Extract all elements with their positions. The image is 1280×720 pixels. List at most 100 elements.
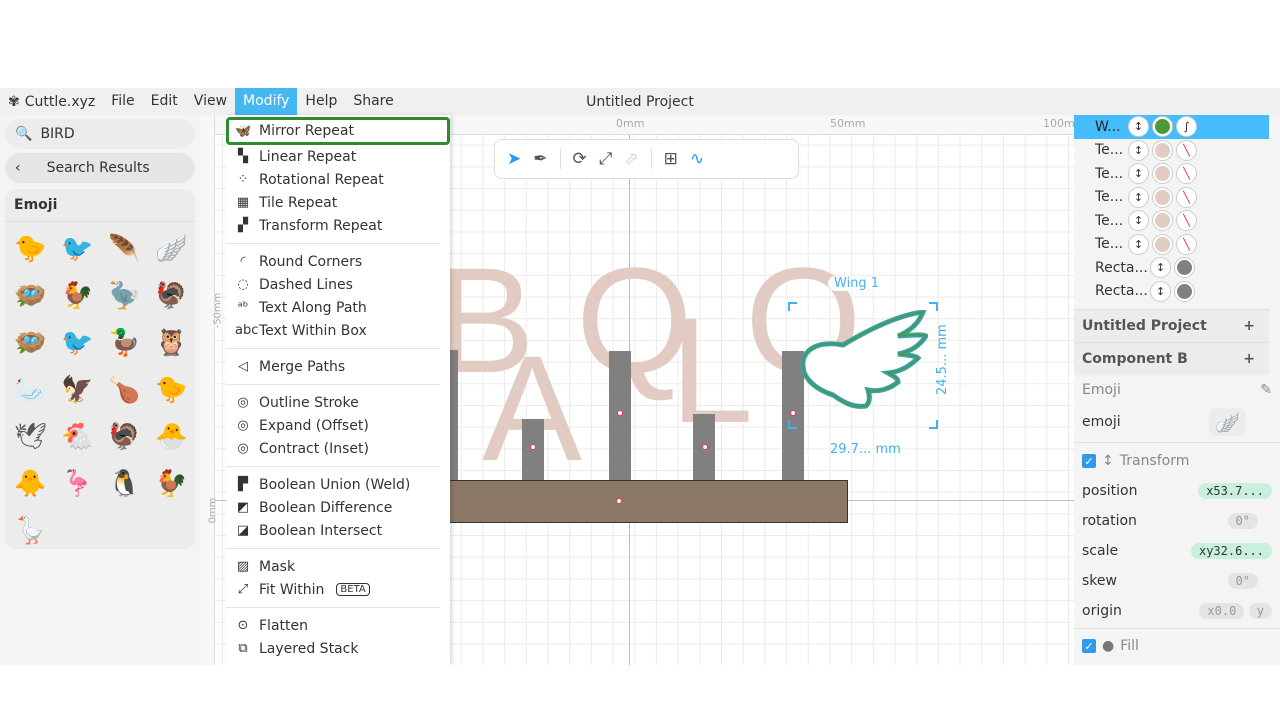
layer-item[interactable]: Te... ↕ ╲ bbox=[1074, 233, 1280, 257]
emoji-item[interactable]: 🐧 bbox=[101, 460, 148, 507]
menu-item-linear-repeat[interactable]: ▚ Linear Repeat bbox=[226, 145, 450, 168]
plus-icon[interactable]: + bbox=[1243, 351, 1255, 367]
stroke-icon[interactable]: ∫ bbox=[1176, 116, 1197, 138]
menu-item-mirror-repeat[interactable]: 🦋 Mirror Repeat bbox=[226, 117, 450, 145]
fill-swatch[interactable] bbox=[1152, 163, 1173, 185]
origin-x-field[interactable]: x0.0 bbox=[1199, 603, 1245, 619]
snap-geometry-icon[interactable]: ∿ bbox=[690, 149, 704, 169]
project-section[interactable]: Untitled Project + bbox=[1074, 309, 1269, 342]
skew-tool-icon[interactable]: ⬀ bbox=[624, 149, 638, 169]
transform-icon[interactable]: ↕ bbox=[1128, 116, 1149, 138]
menu-item-text-within-box[interactable]: abc Text Within Box bbox=[226, 319, 450, 342]
fill-swatch[interactable] bbox=[1174, 257, 1195, 279]
layer-item[interactable]: Te... ↕ ╲ bbox=[1074, 186, 1280, 210]
emoji-item[interactable]: 🐓 bbox=[54, 272, 101, 319]
layer-item[interactable]: W... ↕ ∫ bbox=[1074, 115, 1269, 139]
rotate-tool-icon[interactable]: ⟳ bbox=[573, 149, 587, 169]
emoji-item[interactable]: 🦩 bbox=[54, 460, 101, 507]
emoji-item[interactable]: 🐦 bbox=[54, 225, 101, 272]
select-tool-icon[interactable]: ➤ bbox=[507, 149, 521, 169]
fill-checkbox[interactable]: ✓ bbox=[1082, 639, 1096, 653]
emoji-item[interactable]: 🐥 bbox=[7, 460, 54, 507]
menu-item-text-along-path[interactable]: ᵃᵇ Text Along Path bbox=[226, 296, 450, 319]
fill-swatch[interactable] bbox=[1152, 186, 1173, 208]
emoji-item[interactable]: 🦃 bbox=[148, 272, 195, 319]
layer-item[interactable]: Te... ↕ ╲ bbox=[1074, 139, 1280, 163]
menu-item-fit-within[interactable]: ⤢ Fit Within BETA bbox=[226, 578, 450, 601]
menu-item-boolean-union[interactable]: ▛ Boolean Union (Weld) bbox=[226, 473, 450, 496]
position-field[interactable]: x53.7... bbox=[1198, 483, 1272, 499]
transform-checkbox[interactable]: ✓ bbox=[1082, 454, 1096, 468]
transform-icon[interactable]: ↕ bbox=[1128, 163, 1149, 185]
menu-item-contract[interactable]: ◎ Contract (Inset) bbox=[226, 437, 450, 460]
emoji-param-value[interactable]: 🪽 bbox=[1209, 408, 1246, 436]
transform-icon[interactable]: ↕ bbox=[1150, 257, 1171, 279]
layer-item[interactable]: Te... ↕ ╲ bbox=[1074, 209, 1280, 233]
emoji-item[interactable]: 🦉 bbox=[148, 319, 195, 366]
transform-icon[interactable]: ↕ bbox=[1128, 186, 1149, 208]
menu-item-layered-stack[interactable]: ⧉ Layered Stack bbox=[226, 637, 450, 660]
transform-icon[interactable]: ↕ bbox=[1128, 139, 1149, 161]
menu-item-tile-repeat[interactable]: ▦ Tile Repeat bbox=[226, 191, 450, 214]
transform-icon[interactable]: ↕ bbox=[1150, 280, 1171, 302]
emoji-item[interactable]: 🍗 bbox=[101, 366, 148, 413]
layer-item[interactable]: Recta... ↕ bbox=[1074, 256, 1280, 280]
search-input[interactable]: 🔍 BIRD bbox=[5, 119, 195, 149]
pencil-icon[interactable]: ✎ bbox=[1260, 382, 1272, 398]
menu-item-transform-repeat[interactable]: ▞ Transform Repeat bbox=[226, 214, 450, 237]
layer-item[interactable]: Te... ↕ ╲ bbox=[1074, 162, 1280, 186]
emoji-item[interactable]: 🪺 bbox=[7, 272, 54, 319]
emoji-item[interactable]: 🦆 bbox=[101, 319, 148, 366]
fill-swatch[interactable] bbox=[1152, 233, 1173, 255]
no-stroke-icon[interactable]: ╲ bbox=[1176, 210, 1197, 232]
emoji-item[interactable]: 🦃 bbox=[101, 413, 148, 460]
menu-item-expand[interactable]: ◎ Expand (Offset) bbox=[226, 414, 450, 437]
menu-item-rotational-repeat[interactable]: ⁘ Rotational Repeat bbox=[226, 168, 450, 191]
rotation-field[interactable]: 0° bbox=[1227, 513, 1258, 529]
skew-field[interactable]: 0° bbox=[1227, 573, 1258, 589]
origin-y-field[interactable]: y bbox=[1248, 603, 1272, 619]
menu-item-outline-stroke[interactable]: ◎ Outline Stroke bbox=[226, 391, 450, 414]
menu-edit[interactable]: Edit bbox=[143, 88, 186, 115]
menu-modify[interactable]: Modify bbox=[235, 88, 298, 115]
emoji-item[interactable]: 🪿 bbox=[7, 507, 54, 554]
layer-item[interactable]: Recta... ↕ bbox=[1074, 280, 1280, 304]
wing-shape[interactable] bbox=[798, 310, 928, 420]
emoji-item[interactable]: 🐣 bbox=[148, 413, 195, 460]
menu-item-dashed-lines[interactable]: ◌ Dashed Lines bbox=[226, 273, 450, 296]
menu-help[interactable]: Help bbox=[297, 88, 345, 115]
scale-tool-icon[interactable]: ⤢ bbox=[599, 149, 613, 169]
menu-item-round-corners[interactable]: ◜ Round Corners bbox=[226, 250, 450, 273]
menu-item-merge-paths[interactable]: ◁ Merge Paths bbox=[226, 355, 450, 378]
emoji-item[interactable]: 🦤 bbox=[101, 272, 148, 319]
emoji-item[interactable]: 🐦 bbox=[54, 319, 101, 366]
transform-icon[interactable]: ↕ bbox=[1128, 233, 1149, 255]
fill-swatch[interactable] bbox=[1152, 139, 1173, 161]
emoji-item[interactable]: 🪽 bbox=[148, 225, 195, 272]
pen-tool-icon[interactable]: ✒ bbox=[533, 149, 547, 169]
emoji-item[interactable]: 🕊 bbox=[7, 413, 54, 460]
menu-item-mask[interactable]: ▨ Mask bbox=[226, 555, 450, 578]
menu-file[interactable]: File bbox=[103, 88, 142, 115]
no-stroke-icon[interactable]: ╲ bbox=[1176, 186, 1197, 208]
fill-swatch[interactable] bbox=[1174, 280, 1195, 302]
back-button[interactable]: ‹ Search Results bbox=[5, 153, 195, 183]
app-logo[interactable]: ✾ Cuttle.xyz bbox=[0, 94, 103, 110]
component-section[interactable]: Component B + bbox=[1074, 342, 1269, 375]
emoji-item[interactable]: 🦢 bbox=[7, 366, 54, 413]
menu-view[interactable]: View bbox=[186, 88, 235, 115]
emoji-item[interactable]: 🐓 bbox=[148, 460, 195, 507]
no-stroke-icon[interactable]: ╲ bbox=[1176, 163, 1197, 185]
plus-icon[interactable]: + bbox=[1243, 318, 1255, 334]
emoji-item[interactable]: 🪺 bbox=[7, 319, 54, 366]
no-stroke-icon[interactable]: ╲ bbox=[1176, 233, 1197, 255]
scale-field[interactable]: xy32.6... bbox=[1190, 543, 1272, 559]
emoji-item[interactable]: 🐔 bbox=[54, 413, 101, 460]
transform-icon[interactable]: ↕ bbox=[1128, 210, 1149, 232]
no-stroke-icon[interactable]: ╲ bbox=[1176, 139, 1197, 161]
snap-grid-icon[interactable]: ⊞ bbox=[664, 149, 678, 169]
emoji-item[interactable]: 🐤 bbox=[148, 366, 195, 413]
emoji-item[interactable]: 🦅 bbox=[54, 366, 101, 413]
menu-item-boolean-difference[interactable]: ◩ Boolean Difference bbox=[226, 496, 450, 519]
menu-item-flatten[interactable]: ⊙ Flatten bbox=[226, 614, 450, 637]
